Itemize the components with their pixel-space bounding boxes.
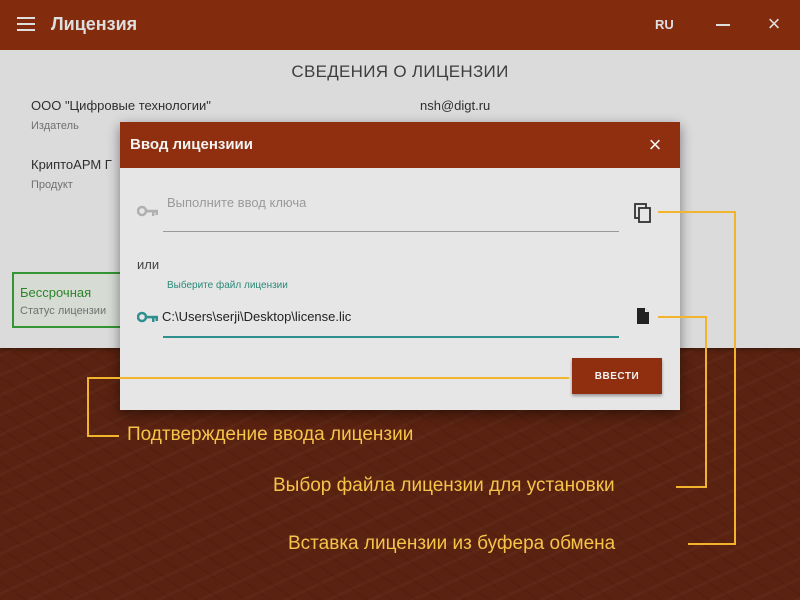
callout-line xyxy=(676,486,707,488)
dialog-header: Ввод лицензиии × xyxy=(120,122,680,168)
key-icon xyxy=(137,205,158,217)
license-dialog: Ввод лицензиии × Выполните ввод ключа ил… xyxy=(120,122,680,410)
callout-line xyxy=(658,316,707,318)
key-icon xyxy=(137,311,158,323)
dialog-title: Ввод лицензиии xyxy=(130,136,254,153)
file-path-input[interactable]: C:\Users\serji\Desktop\license.lic xyxy=(162,309,351,324)
callout-line xyxy=(658,211,736,213)
callout-line xyxy=(87,377,569,379)
key-input-underline xyxy=(163,231,619,232)
callout-line xyxy=(734,211,736,545)
copy-icon[interactable] xyxy=(634,203,652,223)
file-input-underline xyxy=(163,336,619,338)
file-field-label: Выберите файл лицензии xyxy=(167,280,288,291)
close-icon[interactable]: × xyxy=(644,134,666,156)
or-label: или xyxy=(137,257,160,272)
file-icon[interactable] xyxy=(636,307,650,325)
submit-button[interactable]: ВВЕСТИ xyxy=(572,358,662,394)
key-input[interactable]: Выполните ввод ключа xyxy=(167,195,306,210)
callout-line xyxy=(87,435,119,437)
callout-line xyxy=(688,543,736,545)
callout-paste: Вставка лицензии из буфера обмена xyxy=(288,533,616,554)
callout-line xyxy=(705,316,707,488)
callout-line xyxy=(87,377,89,437)
callout-select-file: Выбор файла лицензии для установки xyxy=(273,475,615,496)
callout-confirm: Подтверждение ввода лицензии xyxy=(127,424,414,445)
